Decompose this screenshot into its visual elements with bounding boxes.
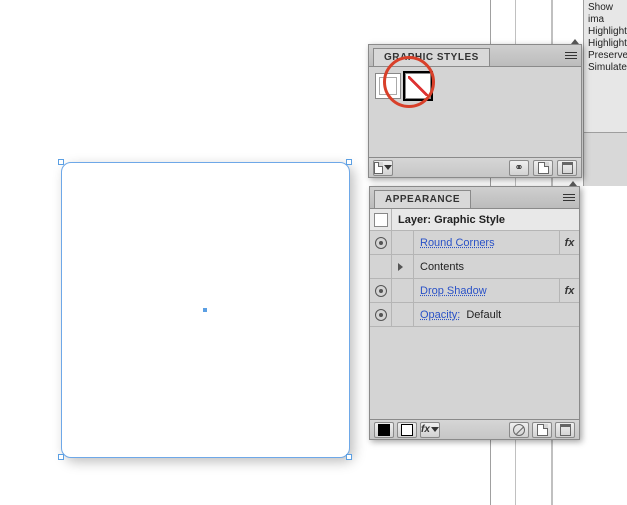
tab-appearance[interactable]: APPEARANCE bbox=[374, 190, 471, 208]
add-effect-icon[interactable]: fx bbox=[420, 422, 440, 438]
appearance-footer: fx bbox=[370, 419, 579, 439]
graphic-styles-footer: ⚭ bbox=[369, 157, 581, 177]
target-thumbnail bbox=[374, 213, 388, 227]
delete-style-icon[interactable] bbox=[557, 160, 577, 176]
option-text: Simulate bbox=[588, 62, 625, 74]
option-text: Preserve bbox=[588, 50, 625, 62]
graphic-style-swatch-custom[interactable] bbox=[405, 73, 431, 99]
graphic-style-swatch-default[interactable] bbox=[375, 73, 401, 99]
selection-handle[interactable] bbox=[58, 454, 64, 460]
duplicate-item-icon[interactable] bbox=[532, 422, 552, 438]
visibility-toggle-icon[interactable] bbox=[375, 309, 387, 321]
panel-tabbar: GRAPHIC STYLES bbox=[369, 45, 581, 67]
appearance-row-round-corners[interactable]: Round Corners fx bbox=[370, 231, 579, 255]
option-text: Show ima bbox=[588, 2, 625, 26]
panel-menu-icon[interactable] bbox=[561, 190, 577, 204]
appearance-row-opacity[interactable]: Opacity: Default bbox=[370, 303, 579, 327]
disclosure-triangle-icon[interactable] bbox=[398, 263, 403, 271]
new-stroke-icon[interactable] bbox=[397, 422, 417, 438]
options-panel-fragment: Show ima Highlight Highlight Preserve Si… bbox=[583, 0, 627, 132]
graphic-styles-libraries-icon[interactable] bbox=[373, 160, 393, 176]
appearance-panel: APPEARANCE Layer: Graphic Style Round Co… bbox=[369, 186, 580, 440]
selection-handle[interactable] bbox=[58, 159, 64, 165]
tab-graphic-styles[interactable]: GRAPHIC STYLES bbox=[373, 48, 490, 66]
selection-handle[interactable] bbox=[346, 159, 352, 165]
opacity-value: Default bbox=[466, 309, 501, 321]
effect-link[interactable]: Drop Shadow bbox=[420, 285, 487, 297]
contents-label: Contents bbox=[414, 261, 579, 273]
panel-menu-icon[interactable] bbox=[563, 48, 579, 62]
option-text: Highlight bbox=[588, 38, 625, 50]
appearance-list: Layer: Graphic Style Round Corners fx Co… bbox=[370, 209, 579, 419]
appearance-target-row[interactable]: Layer: Graphic Style bbox=[370, 209, 579, 231]
options-panel-fragment bbox=[583, 132, 627, 186]
graphic-styles-swatch-area[interactable] bbox=[369, 67, 581, 157]
fx-indicator-icon[interactable]: fx bbox=[559, 231, 579, 254]
graphic-styles-panel: GRAPHIC STYLES ⚭ bbox=[368, 44, 582, 178]
new-fill-icon[interactable] bbox=[374, 422, 394, 438]
fx-indicator-icon[interactable]: fx bbox=[559, 279, 579, 302]
option-text: Highlight bbox=[588, 26, 625, 38]
break-link-icon[interactable]: ⚭ bbox=[509, 160, 529, 176]
new-style-icon[interactable] bbox=[533, 160, 553, 176]
selection-center-point[interactable] bbox=[203, 308, 207, 312]
panel-tabbar: APPEARANCE bbox=[370, 187, 579, 209]
visibility-toggle-icon[interactable] bbox=[375, 285, 387, 297]
effect-link[interactable]: Round Corners bbox=[420, 237, 495, 249]
delete-item-icon[interactable] bbox=[555, 422, 575, 438]
collapse-panel-icon[interactable] bbox=[567, 179, 579, 187]
appearance-row-contents[interactable]: Contents bbox=[370, 255, 579, 279]
visibility-toggle-icon[interactable] bbox=[375, 237, 387, 249]
selection-handle[interactable] bbox=[346, 454, 352, 460]
opacity-link[interactable]: Opacity: bbox=[420, 309, 460, 321]
clear-appearance-icon[interactable] bbox=[509, 422, 529, 438]
collapse-panel-icon[interactable] bbox=[569, 37, 581, 45]
appearance-row-drop-shadow[interactable]: Drop Shadow fx bbox=[370, 279, 579, 303]
appearance-target-label: Layer: Graphic Style bbox=[392, 214, 579, 226]
